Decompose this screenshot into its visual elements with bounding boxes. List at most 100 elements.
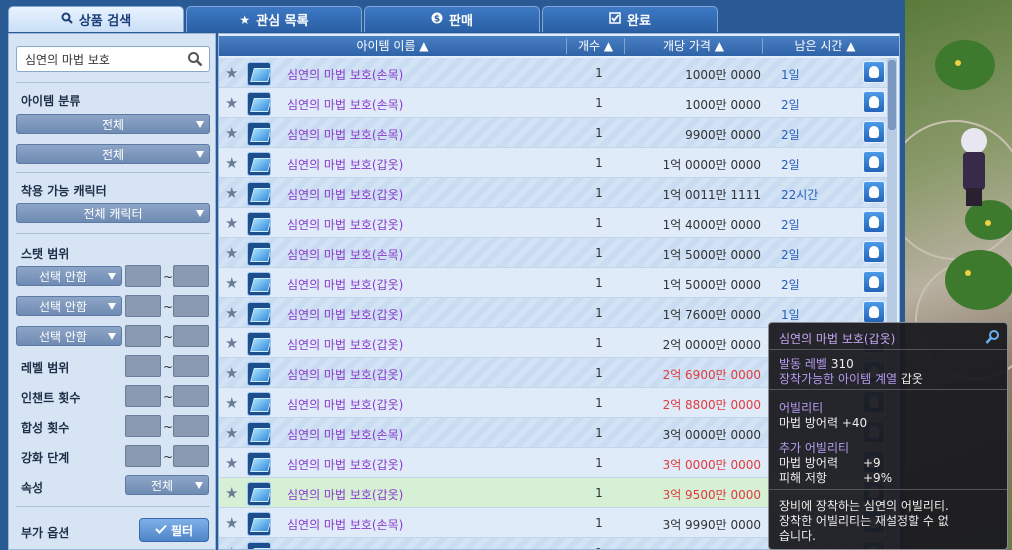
item-price: 3억 9500만 0000	[662, 488, 761, 502]
extra-ability-value: +9	[863, 456, 881, 470]
item-price: 1억 4000만 0000	[662, 218, 761, 232]
stat2-max-input[interactable]	[173, 295, 209, 317]
star-icon[interactable]: ★	[225, 365, 241, 381]
stat-select-2[interactable]: 선택 안함	[16, 296, 122, 316]
item-count: 1	[595, 276, 603, 290]
table-row[interactable]: ★ 심연의 마법 보호(갑옷) 1 1억 0011만 1111 22시간	[219, 178, 887, 208]
item-time-left: 2일	[781, 128, 800, 142]
star-icon[interactable]: ★	[225, 545, 241, 549]
table-row[interactable]: ★ 심연의 마법 보호(손목) 1 9900만 0000 2일	[219, 118, 887, 148]
item-icon	[247, 482, 271, 506]
buy-icon[interactable]	[863, 271, 885, 293]
table-row[interactable]: ★ 심연의 마법 보호(갑옷) 1 1억 5000만 0000 2일	[219, 268, 887, 298]
buy-icon[interactable]	[863, 241, 885, 263]
item-price: 1억 5000만 0000	[662, 248, 761, 262]
enchant-min-input[interactable]	[125, 385, 161, 407]
star-icon[interactable]: ★	[225, 65, 241, 81]
star-icon[interactable]: ★	[225, 215, 241, 231]
tab-completed[interactable]: 완료	[542, 6, 718, 32]
tab-watchlist[interactable]: ★ 관심 목록	[186, 6, 362, 32]
star-icon[interactable]: ★	[225, 305, 241, 321]
star-icon[interactable]: ★	[225, 455, 241, 471]
search-icon[interactable]	[187, 51, 203, 67]
level-min-input[interactable]	[125, 355, 161, 377]
search-box[interactable]	[16, 46, 210, 72]
category-dropdown-1[interactable]: 전체	[16, 114, 210, 134]
player-character[interactable]	[955, 128, 991, 208]
item-time-left: 2일	[781, 158, 800, 172]
character-dropdown[interactable]: 전체 캐릭터	[16, 203, 210, 223]
item-count: 1	[595, 366, 603, 380]
column-remaining-time[interactable]: 남은 시간 ▲	[763, 38, 887, 54]
star-icon[interactable]: ★	[225, 155, 241, 171]
column-count[interactable]: 개수 ▲	[567, 38, 625, 54]
stat-select-3[interactable]: 선택 안함	[16, 326, 122, 346]
column-item-name[interactable]: 아이템 이름 ▲	[219, 38, 567, 54]
tab-sell[interactable]: $ 판매	[364, 6, 540, 32]
star-icon[interactable]: ★	[225, 245, 241, 261]
item-count: 1	[595, 396, 603, 410]
item-icon	[247, 332, 271, 356]
buy-icon[interactable]	[863, 211, 885, 233]
item-time-left: 2일	[781, 98, 800, 112]
table-row[interactable]: ★ 심연의 마법 보호(손목) 1 1000만 0000 1일	[219, 58, 887, 88]
level-max-input[interactable]	[173, 355, 209, 377]
star-icon[interactable]: ★	[225, 125, 241, 141]
stat2-min-input[interactable]	[125, 295, 161, 317]
reinforce-min-input[interactable]	[125, 445, 161, 467]
item-price: 2억 6900만 0000	[662, 368, 761, 382]
item-count: 1	[595, 96, 603, 110]
buy-icon[interactable]	[863, 301, 885, 323]
chevron-down-icon	[108, 303, 116, 310]
attribute-dropdown[interactable]: 전체	[125, 475, 209, 495]
level-label: 발동 레벨	[779, 357, 827, 371]
synthesis-max-input[interactable]	[173, 415, 209, 437]
item-category-label: 아이템 분류	[21, 94, 81, 108]
enchant-max-input[interactable]	[173, 385, 209, 407]
star-icon[interactable]: ★	[225, 425, 241, 441]
star-icon[interactable]: ★	[225, 485, 241, 501]
star-icon[interactable]: ★	[225, 275, 241, 291]
table-row[interactable]: ★ 심연의 마법 보호(손목) 1 1000만 0000 2일	[219, 88, 887, 118]
item-count: 1	[595, 456, 603, 470]
buy-icon[interactable]	[863, 91, 885, 113]
item-icon	[247, 422, 271, 446]
buy-icon[interactable]	[863, 121, 885, 143]
category-dropdown-2[interactable]: 전체	[16, 144, 210, 164]
category-label: 장착가능한 아이템 계열	[779, 372, 898, 386]
stat3-max-input[interactable]	[173, 325, 209, 347]
reinforce-max-input[interactable]	[173, 445, 209, 467]
stat1-max-input[interactable]	[173, 265, 209, 287]
stat1-min-input[interactable]	[125, 265, 161, 287]
item-icon	[247, 512, 271, 536]
item-icon	[247, 302, 271, 326]
column-unit-price[interactable]: 개당 가격 ▲	[625, 38, 763, 54]
scrollbar-thumb[interactable]	[888, 60, 896, 130]
table-row[interactable]: ★ 심연의 마법 보호(갑옷) 1 1억 0000만 0000 2일	[219, 148, 887, 178]
item-icon	[247, 272, 271, 296]
table-row[interactable]: ★ 심연의 마법 보호(손목) 1 1억 5000만 0000 2일	[219, 238, 887, 268]
star-icon[interactable]: ★	[225, 95, 241, 111]
filter-button[interactable]: 필터	[139, 518, 209, 542]
synthesis-min-input[interactable]	[125, 415, 161, 437]
item-price: 3억 9990만 0000	[662, 518, 761, 532]
star-icon[interactable]: ★	[225, 515, 241, 531]
stat3-min-input[interactable]	[125, 325, 161, 347]
item-count: 1	[595, 66, 603, 80]
star-icon[interactable]: ★	[225, 185, 241, 201]
table-row[interactable]: ★ 심연의 마법 보호(갑옷) 1 1억 4000만 0000 2일	[219, 208, 887, 238]
star-icon[interactable]: ★	[225, 335, 241, 351]
filter-sidebar: 아이템 분류 전체 전체 착용 가능 캐릭터 전체 캐릭터 스탯 범위 선택 안…	[8, 33, 216, 550]
magnifier-icon[interactable]	[985, 329, 1001, 345]
buy-icon[interactable]	[863, 151, 885, 173]
star-icon[interactable]: ★	[225, 395, 241, 411]
item-icon	[247, 392, 271, 416]
buy-icon[interactable]	[863, 181, 885, 203]
search-input[interactable]	[25, 52, 185, 66]
tab-product-search[interactable]: 상품 검색	[8, 6, 184, 32]
item-price: 2억 8800만 0000	[662, 398, 761, 412]
item-icon	[247, 152, 271, 176]
buy-icon[interactable]	[863, 61, 885, 83]
item-name: 심연의 마법 보호(갑옷)	[287, 308, 404, 322]
stat-select-1[interactable]: 선택 안함	[16, 266, 122, 286]
